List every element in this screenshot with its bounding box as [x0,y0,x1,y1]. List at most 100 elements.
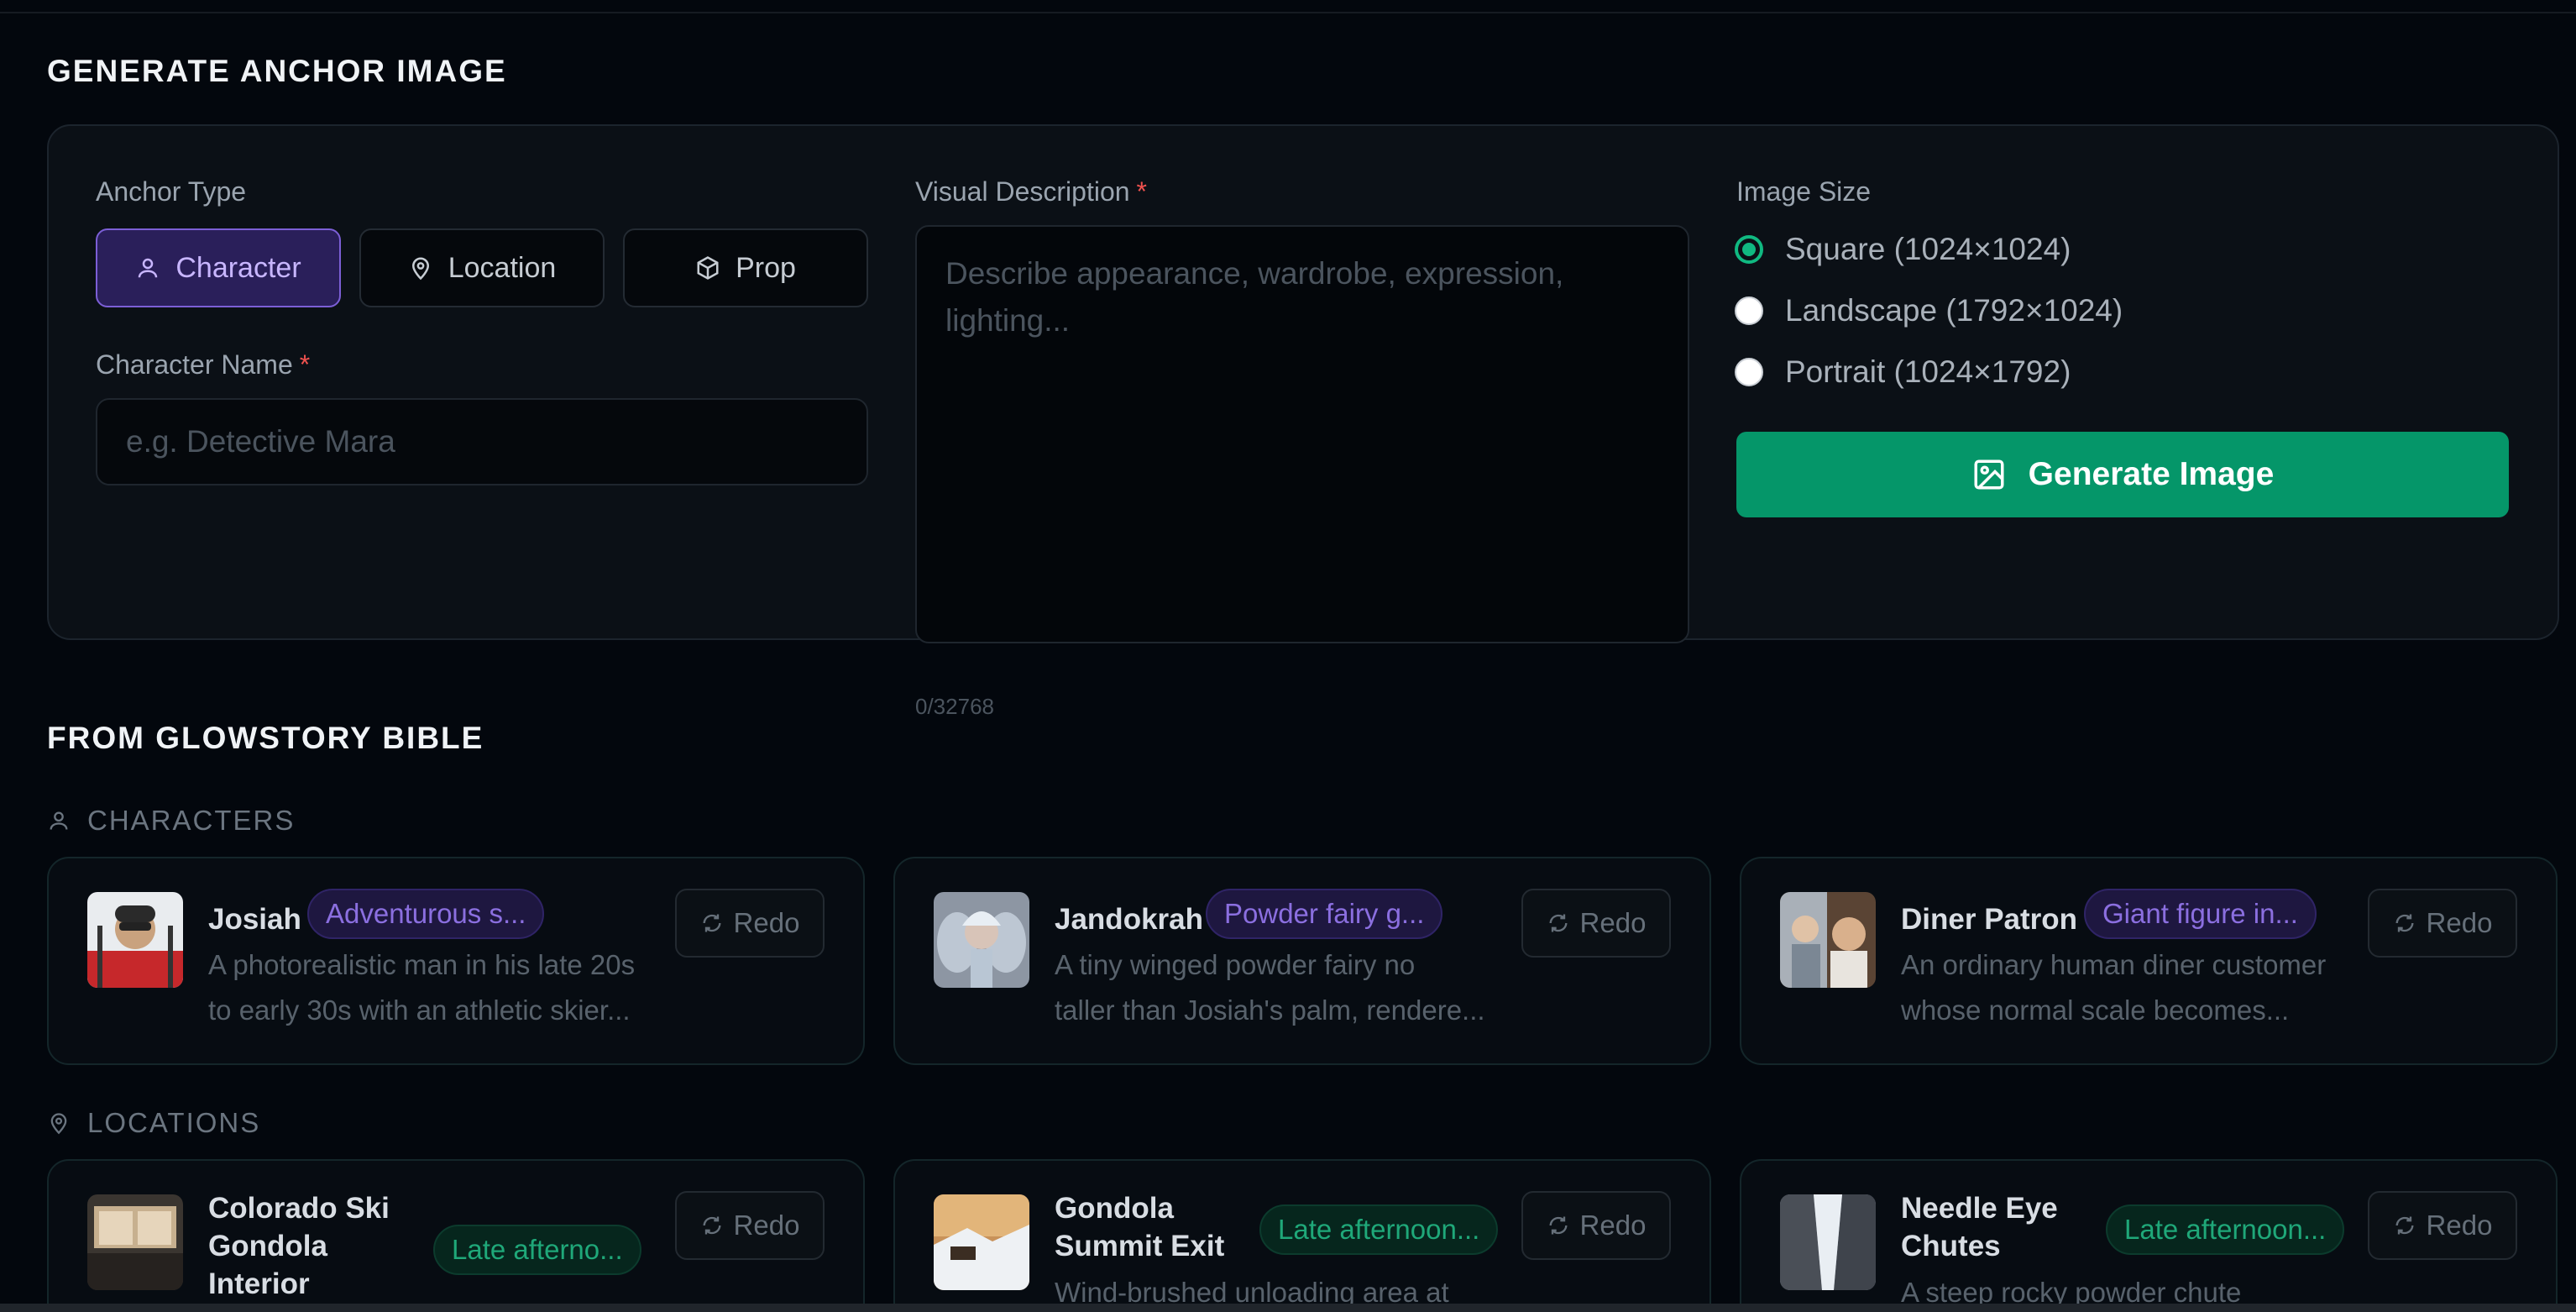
locations-heading-label: LOCATIONS [87,1107,261,1138]
redo-button[interactable]: Redo [675,1191,825,1260]
type-button-label: Prop [736,251,796,284]
location-name: Colorado Ski Gondola Interior [208,1189,390,1303]
type-button-label: Location [448,251,557,284]
image-size-label: Image Size [1736,176,1872,207]
redo-label: Redo [2426,907,2493,938]
location-card-colorado-ski-gondola-interior[interactable]: Colorado Ski Gondola Interior Late after… [47,1159,865,1312]
refresh-icon [1549,914,1568,932]
redo-button[interactable]: Redo [2368,1191,2517,1260]
refresh-icon [703,1216,721,1235]
description-line: An ordinary human diner customer [1901,949,2327,980]
top-divider [0,12,2576,13]
radio-button[interactable] [1735,297,1763,325]
location-thumbnail [934,1194,1029,1290]
person-icon [50,811,68,830]
type-button-location[interactable]: Location [359,228,605,307]
redo-button[interactable]: Redo [1521,1191,1671,1260]
character-thumbnail [1780,892,1876,988]
visual-description-input[interactable] [915,225,1689,643]
character-card-jandokrah[interactable]: Jandokrah Powder fairy g... A tiny winge… [893,857,1711,1065]
location-name-line: Gondola [208,1230,327,1262]
generate-image-button-label: Generate Image [2028,456,2275,492]
location-thumbnail [87,1194,183,1290]
location-badge: Late afternoon... [1259,1204,1499,1255]
character-thumbnail [87,892,183,988]
location-name: Gondola Summit Exit [1055,1189,1224,1265]
redo-label: Redo [2426,1210,2493,1241]
description-line: A photorealistic man in his late 20s [208,949,636,980]
character-description: A tiny winged powder fairy no taller tha… [1055,942,1508,1033]
location-name-line: Needle Eye [1901,1192,2058,1225]
size-option-portrait[interactable]: Portrait (1024×1792) [1735,354,2071,390]
character-name: Josiah [208,903,301,936]
anchor-type-label: Anchor Type [96,176,247,207]
location-thumbnail [1780,1194,1876,1290]
refresh-icon [1549,1216,1568,1235]
refresh-icon [703,914,721,932]
character-badge: Giant figure in... [2084,889,2317,939]
location-badge: Late afternoon... [2106,1204,2345,1255]
location-card-gondola-summit-exit[interactable]: Gondola Summit Exit Late afternoon... Wi… [893,1159,1711,1312]
map-pin-icon [411,257,429,281]
generate-image-button[interactable]: Generate Image [1736,432,2509,517]
characters-heading: CHARACTERS [47,805,295,837]
bible-section-title: FROM GLOWSTORY BIBLE [47,721,484,755]
redo-button[interactable]: Redo [2368,889,2517,958]
characters-heading-label: CHARACTERS [87,805,296,836]
box-icon [697,256,719,280]
image-icon [1974,459,2004,490]
visual-description-label: Visual Description * [915,176,1147,207]
description-line: whose normal scale becomes... [1901,994,2290,1026]
size-option-label: Square (1024×1024) [1785,232,2071,266]
character-badge: Powder fairy g... [1206,889,1443,939]
radio-button[interactable] [1735,235,1763,264]
description-line: to early 30s with an athletic skier... [208,994,631,1026]
character-name: Diner Patron [1901,903,2078,936]
description-line: A tiny winged powder fairy no [1055,949,1416,980]
character-badge: Adventurous s... [307,889,545,939]
required-mark: * [299,349,311,380]
redo-label: Redo [1579,1210,1647,1241]
description-line: taller than Josiah's palm, rendere... [1055,994,1485,1026]
redo-button[interactable]: Redo [1521,889,1671,958]
character-counter: 0/32768 [915,694,994,719]
character-name-label: Character Name * [96,349,310,380]
location-name: Needle Eye Chutes [1901,1189,2058,1265]
size-option-label: Portrait (1024×1792) [1785,354,2071,389]
redo-button[interactable]: Redo [675,889,825,958]
character-card-josiah[interactable]: Josiah Adventurous s... A photorealistic… [47,857,865,1065]
location-name-line: Gondola [1055,1192,1174,1225]
character-name: Jandokrah [1055,903,1203,936]
redo-label: Redo [733,907,800,938]
location-card-needle-eye-chutes[interactable]: Needle Eye Chutes Late afternoon... A st… [1740,1159,2558,1312]
radio-button[interactable] [1735,358,1763,386]
type-button-prop[interactable]: Prop [623,228,868,307]
character-name-input[interactable] [96,398,868,485]
bottom-edge [0,1304,2576,1312]
character-name-label-text: Character Name [96,349,293,380]
refresh-icon [2395,914,2414,932]
redo-label: Redo [1579,907,1647,938]
size-option-landscape[interactable]: Landscape (1792×1024) [1735,293,2123,328]
character-thumbnail [934,892,1029,988]
redo-label: Redo [733,1210,800,1241]
visual-description-label-text: Visual Description [915,176,1130,207]
location-name-line: Summit Exit [1055,1230,1225,1262]
character-card-diner-patron[interactable]: Diner Patron Giant figure in... An ordin… [1740,857,2558,1065]
location-name-line: Interior [208,1267,310,1300]
type-button-label: Character [175,251,301,284]
required-mark: * [1136,176,1147,207]
type-button-character[interactable]: Character [96,228,341,307]
size-option-label: Landscape (1792×1024) [1785,293,2123,328]
location-name-line: Colorado Ski [208,1192,390,1225]
size-option-square[interactable]: Square (1024×1024) [1735,232,2071,267]
generate-section-title: GENERATE ANCHOR IMAGE [47,54,507,88]
refresh-icon [2395,1216,2414,1235]
location-name-line: Chutes [1901,1230,2001,1262]
character-description: An ordinary human diner customer whose n… [1901,942,2354,1033]
locations-heading: LOCATIONS [47,1107,260,1139]
person-icon [139,258,158,278]
map-pin-icon [50,1113,67,1135]
location-badge: Late afterno... [433,1225,641,1275]
character-description: A photorealistic man in his late 20s to … [208,942,662,1033]
